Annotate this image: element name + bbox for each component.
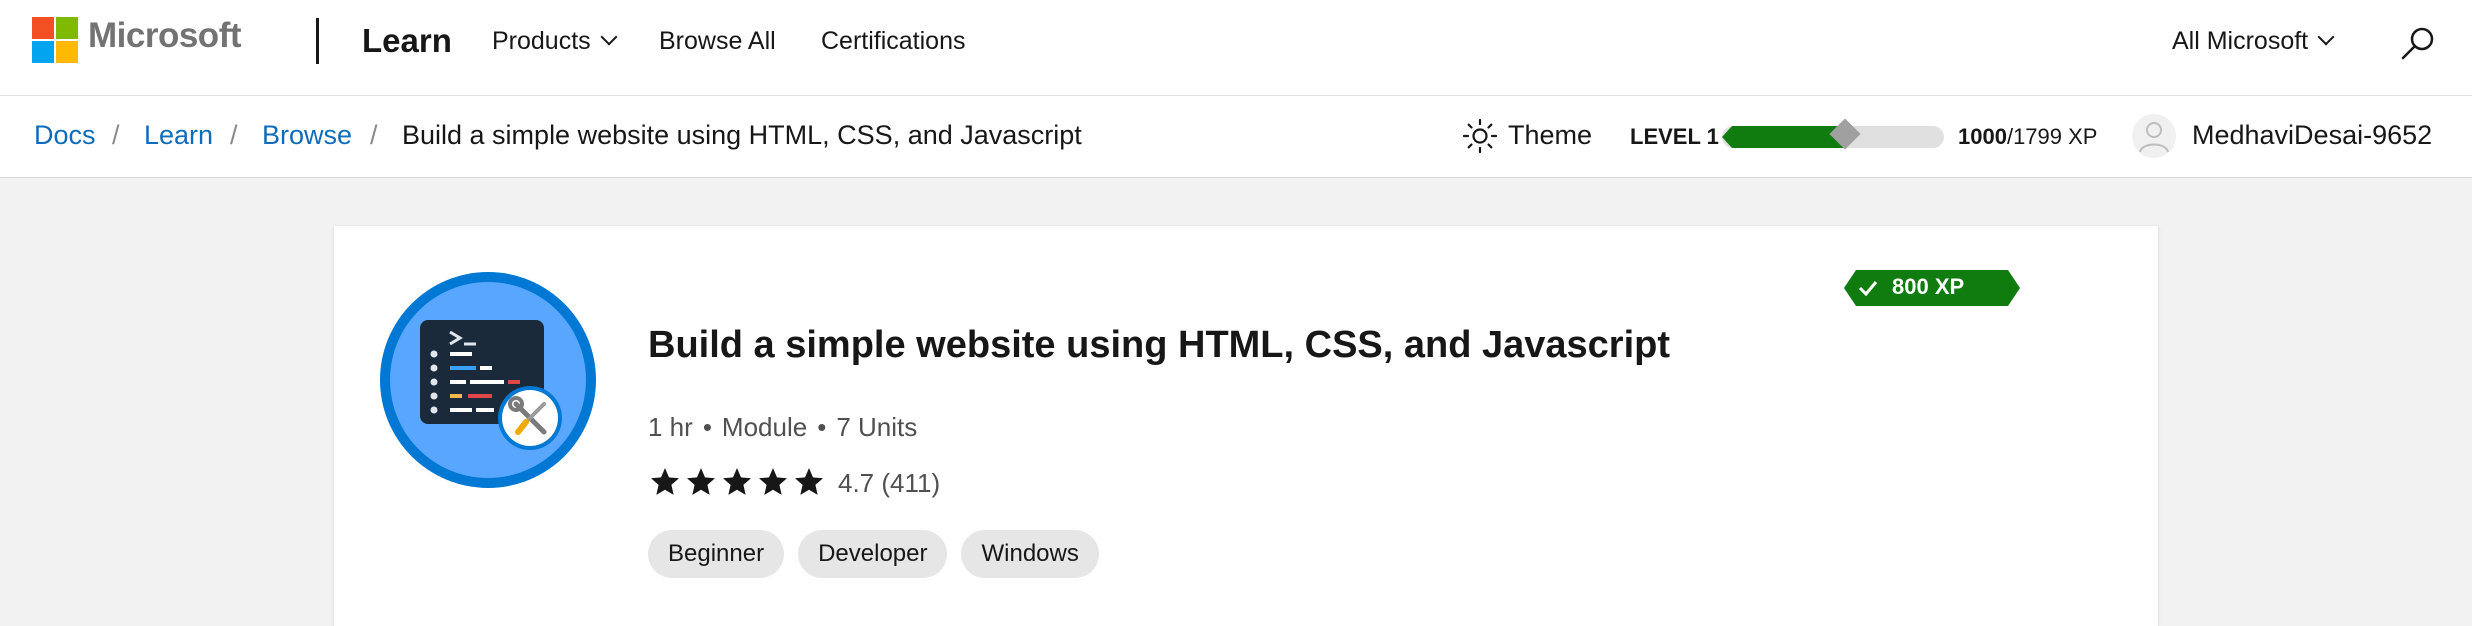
xp-count: 1000/1799 XP: [1958, 124, 2097, 150]
module-type: Module: [721, 412, 808, 442]
xp-progress-bar: [1722, 118, 1944, 150]
module-title: Build a simple website using HTML, CSS, …: [648, 324, 1671, 366]
user-icon: [2139, 122, 2169, 153]
module-card: 800 XP Build a simple website using HTML…: [334, 226, 2158, 626]
all-microsoft-label: All Microsoft: [2172, 27, 2309, 55]
breadcrumb-learn[interactable]: Learn: [144, 120, 213, 151]
theme-toggle-label[interactable]: Theme: [1508, 120, 1592, 151]
breadcrumb-browse[interactable]: Browse: [262, 120, 352, 151]
sun-icon[interactable]: [1462, 118, 1498, 154]
star-icon: [687, 468, 715, 495]
star-icon: [723, 468, 751, 495]
star-icon: [795, 468, 823, 495]
breadcrumb-separator: /: [230, 120, 238, 150]
module-terminal-icon: [380, 272, 596, 488]
xp-total: /1799 XP: [2006, 124, 2098, 149]
breadcrumb-docs[interactable]: Docs: [34, 120, 96, 151]
nav-certifications[interactable]: Certifications: [821, 27, 966, 56]
nav-products[interactable]: Products: [492, 27, 618, 56]
tag-windows[interactable]: Windows: [961, 530, 1099, 578]
site-header: Microsoft Learn Products Browse All Cert…: [0, 0, 2472, 96]
module-tags: Beginner Developer Windows: [648, 530, 1113, 578]
breadcrumb-bar: Docs / Learn / Browse / Build a simple w…: [0, 96, 2472, 178]
level-label: LEVEL 1: [1630, 124, 1719, 149]
xp-current: 1000: [1958, 124, 2007, 149]
tag-beginner[interactable]: Beginner: [648, 530, 785, 578]
rating-stars: [648, 466, 828, 500]
learn-home-link[interactable]: Learn: [362, 22, 452, 60]
star-icon: [651, 468, 679, 495]
rating-value: 4.7 (411): [838, 468, 941, 498]
breadcrumb-current: Build a simple website using HTML, CSS, …: [402, 120, 1082, 150]
chevron-down-icon: [600, 28, 618, 46]
all-microsoft-menu[interactable]: All Microsoft: [2172, 27, 2335, 56]
tag-developer[interactable]: Developer: [798, 530, 948, 578]
username[interactable]: MedhaviDesai-9652: [2192, 120, 2432, 151]
avatar[interactable]: [2132, 114, 2176, 158]
search-icon[interactable]: [2398, 24, 2438, 64]
module-units: 7 Units: [836, 412, 918, 442]
breadcrumb-separator: /: [112, 120, 120, 150]
nav-products-label: Products: [492, 27, 591, 55]
chevron-down-icon: [2317, 28, 2335, 46]
breadcrumb-separator: /: [370, 120, 378, 150]
module-meta: 1 hr • Module • 7 Units: [648, 412, 918, 442]
microsoft-logo-icon[interactable]: [32, 17, 80, 65]
microsoft-wordmark[interactable]: Microsoft: [88, 16, 242, 56]
xp-badge-label: 800 XP: [1892, 274, 1965, 299]
module-duration: 1 hr: [648, 412, 693, 442]
star-icon: [759, 468, 787, 495]
header-divider: [316, 18, 319, 64]
nav-browse-all[interactable]: Browse All: [659, 27, 776, 56]
